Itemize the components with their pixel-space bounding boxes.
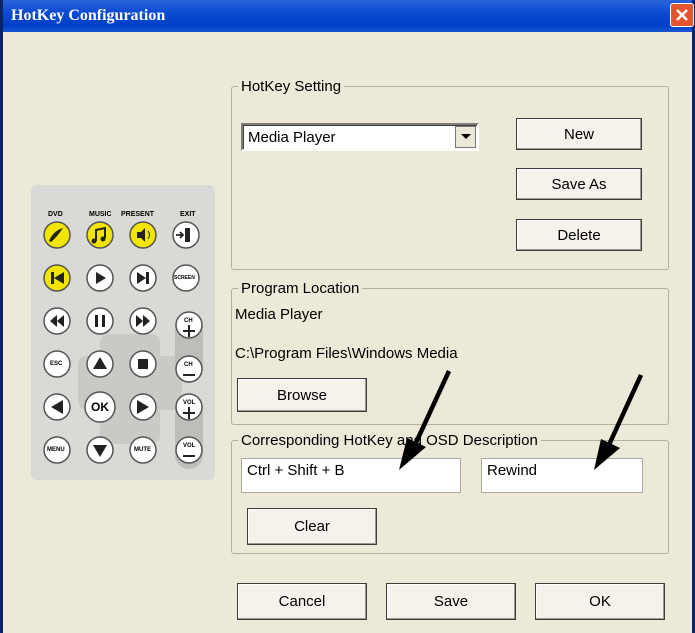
ok-button[interactable]: OK [535, 583, 665, 620]
dvd-button [43, 221, 71, 249]
screen-label: SCREEN [174, 275, 195, 281]
hotkey-description-legend: Corresponding HotKey and OSD Description [241, 432, 538, 449]
pause-button [86, 307, 114, 335]
profile-select-value: Media Player [248, 129, 336, 146]
exit-button [172, 221, 200, 249]
mute-label: MUTE [134, 447, 151, 453]
next-track-button [129, 264, 157, 292]
close-icon [676, 9, 688, 21]
cancel-button[interactable]: Cancel [237, 583, 367, 620]
ch-minus-label: CH [184, 362, 193, 368]
window-title: HotKey Configuration [11, 7, 166, 24]
down-button [86, 436, 114, 464]
esc-label: ESC [50, 361, 63, 367]
profile-select-dropdown-button[interactable] [455, 126, 476, 148]
up-button [86, 350, 114, 378]
prev-track-button [43, 264, 71, 292]
title-bar[interactable]: HotKey Configuration [3, 0, 694, 32]
new-button[interactable]: New [516, 118, 642, 150]
chevron-down-icon [461, 134, 471, 139]
profile-select[interactable]: Media Player [241, 123, 479, 151]
close-button[interactable] [670, 3, 694, 27]
osd-description-input[interactable]: Rewind [481, 458, 643, 493]
save-as-button[interactable]: Save As [516, 168, 642, 200]
ok-label: OK [91, 400, 109, 414]
vol-plus-label: VOL [183, 400, 196, 406]
play-button [86, 264, 114, 292]
program-location-legend: Program Location [241, 280, 360, 297]
present-button [129, 221, 157, 249]
rewind-button [43, 307, 71, 335]
hotkey-setting-legend: HotKey Setting [241, 78, 342, 95]
clear-button[interactable]: Clear [247, 508, 377, 545]
ch-plus-button [175, 311, 203, 339]
music-button [86, 221, 114, 249]
hotkey-config-window: HotKey Configuration DVD MUSIC PRESENT E… [0, 0, 695, 633]
stop-button [129, 350, 157, 378]
right-button [129, 393, 157, 421]
menu-label: MENU [47, 447, 65, 453]
delete-button[interactable]: Delete [516, 219, 642, 251]
vol-minus-label: VOL [183, 443, 196, 449]
hotkey-input[interactable]: Ctrl + Shift + B [241, 458, 461, 493]
vol-plus-button [175, 393, 203, 421]
remote-control-image: DVD MUSIC PRESENT EXIT SCREEN CH CH ESC … [31, 185, 215, 480]
vol-minus-button [175, 436, 203, 464]
program-path: C:\Program Files\Windows Media [235, 345, 458, 362]
left-button [43, 393, 71, 421]
ch-plus-label: CH [184, 318, 193, 324]
ch-minus-button [175, 355, 203, 383]
browse-button[interactable]: Browse [237, 378, 367, 412]
save-button[interactable]: Save [386, 583, 516, 620]
fast-forward-button [129, 307, 157, 335]
program-name: Media Player [235, 306, 323, 323]
